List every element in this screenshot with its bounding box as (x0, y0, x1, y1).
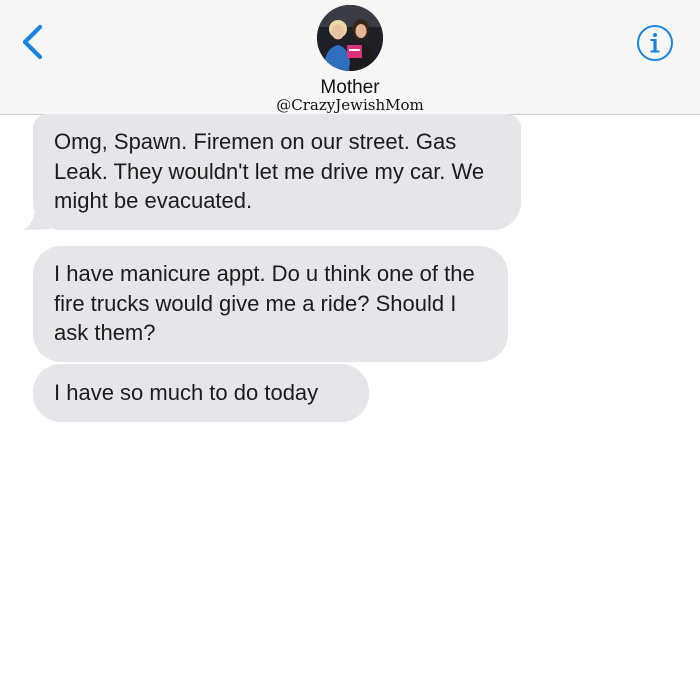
info-icon (637, 25, 673, 61)
contact-avatar[interactable] (317, 5, 383, 71)
message-bubble[interactable]: I have manicure appt. Do u think one of … (33, 246, 508, 362)
message-bubble[interactable]: Omg, Spawn. Firemen on our street. Gas L… (33, 114, 521, 230)
info-button[interactable] (636, 24, 674, 62)
conversation-header: Mother @CrazyJewishMom (0, 0, 700, 115)
message-bubble[interactable]: I have so much to do today (33, 364, 369, 422)
avatar-photo (317, 5, 383, 71)
chevron-left-icon (22, 24, 43, 60)
messages-screen: Mother @CrazyJewishMom Omg, Spawn. Firem… (0, 0, 700, 700)
back-button[interactable] (14, 20, 50, 64)
contact-handle: @CrazyJewishMom (276, 96, 424, 114)
